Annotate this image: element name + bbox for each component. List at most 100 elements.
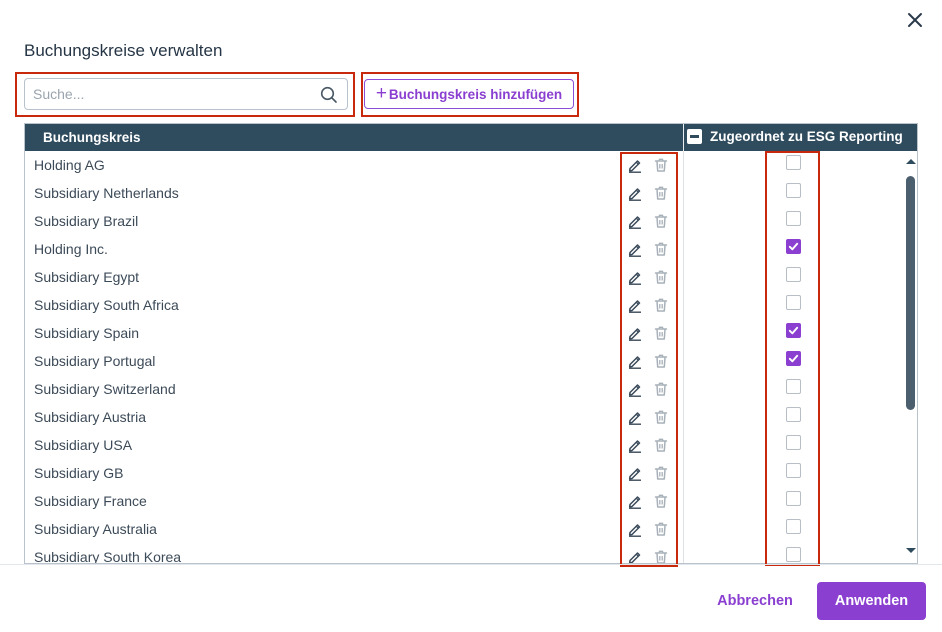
table-scrollbar[interactable]: [903, 151, 917, 563]
delete-row-button[interactable]: [653, 213, 669, 229]
assigned-checkbox[interactable]: [786, 239, 801, 254]
trash-icon: [653, 270, 669, 288]
close-icon: [908, 13, 922, 27]
edit-row-button[interactable]: [627, 325, 643, 341]
table-row: Subsidiary USA: [25, 427, 903, 455]
search-input[interactable]: [33, 79, 313, 109]
delete-row-button[interactable]: [653, 241, 669, 257]
trash-icon: [653, 494, 669, 512]
edit-row-button[interactable]: [627, 297, 643, 313]
delete-row-button[interactable]: [653, 297, 669, 313]
close-button[interactable]: [904, 9, 926, 31]
plus-icon: +: [375, 82, 387, 104]
delete-row-button[interactable]: [653, 269, 669, 285]
scrollbar-thumb[interactable]: [906, 176, 915, 410]
edit-row-button[interactable]: [627, 521, 643, 537]
delete-row-button[interactable]: [653, 437, 669, 453]
delete-row-button[interactable]: [653, 381, 669, 397]
header-divider: [683, 124, 684, 151]
company-code-name: Subsidiary USA: [34, 437, 133, 453]
assigned-checkbox[interactable]: [786, 435, 801, 450]
assigned-checkbox[interactable]: [786, 463, 801, 478]
assigned-checkbox[interactable]: [786, 351, 801, 366]
edit-row-button[interactable]: [627, 185, 643, 201]
assigned-checkbox[interactable]: [786, 407, 801, 422]
add-company-code-label: Buchungskreis hinzufügen: [388, 86, 563, 102]
assigned-checkbox[interactable]: [786, 379, 801, 394]
trash-icon: [653, 242, 669, 260]
assigned-checkbox[interactable]: [786, 155, 801, 170]
edit-row-button[interactable]: [627, 409, 643, 425]
add-company-code-button[interactable]: + Buchungskreis hinzufügen: [364, 79, 574, 109]
table-header: Buchungskreis Zugeordnet zu ESG Reportin…: [25, 124, 917, 151]
edit-row-button[interactable]: [627, 465, 643, 481]
pencil-icon: [627, 496, 643, 512]
trash-icon: [653, 186, 669, 204]
edit-row-button[interactable]: [627, 353, 643, 369]
table-row: Subsidiary GB: [25, 455, 903, 483]
edit-row-button[interactable]: [627, 269, 643, 285]
pencil-icon: [627, 412, 643, 428]
pencil-icon: [627, 160, 643, 176]
assigned-checkbox[interactable]: [786, 323, 801, 338]
delete-row-button[interactable]: [653, 185, 669, 201]
search-field[interactable]: [24, 78, 348, 110]
edit-row-button[interactable]: [627, 493, 643, 509]
edit-row-button[interactable]: [627, 549, 643, 563]
assigned-checkbox[interactable]: [786, 491, 801, 506]
trash-icon: [653, 298, 669, 316]
assigned-checkbox[interactable]: [786, 519, 801, 534]
edit-row-button[interactable]: [627, 437, 643, 453]
company-code-name: Holding Inc.: [34, 241, 108, 257]
pencil-icon: [627, 300, 643, 316]
company-code-name: Subsidiary Egypt: [34, 269, 140, 285]
assigned-checkbox[interactable]: [786, 267, 801, 282]
delete-row-button[interactable]: [653, 325, 669, 341]
scroll-up-arrow-icon[interactable]: [906, 159, 916, 164]
company-code-name: Subsidiary Spain: [34, 325, 140, 341]
assigned-checkbox[interactable]: [786, 183, 801, 198]
trash-icon: [653, 410, 669, 428]
delete-row-button[interactable]: [653, 157, 669, 173]
delete-row-button[interactable]: [653, 549, 669, 563]
apply-button[interactable]: Anwenden: [817, 582, 926, 620]
assigned-checkbox[interactable]: [786, 547, 801, 562]
pencil-icon: [627, 244, 643, 260]
table-body: Holding AG Subsidiary Netherlands Subsidia…: [25, 151, 903, 563]
edit-row-button[interactable]: [627, 381, 643, 397]
company-code-name: Subsidiary GB: [34, 465, 124, 481]
column-header-assigned: Zugeordnet zu ESG Reporting: [687, 129, 903, 144]
delete-row-button[interactable]: [653, 409, 669, 425]
delete-row-button[interactable]: [653, 521, 669, 537]
edit-row-button[interactable]: [627, 213, 643, 229]
trash-icon: [653, 354, 669, 372]
table-row: Subsidiary South Africa: [25, 287, 903, 315]
cancel-button[interactable]: Abbrechen: [705, 583, 805, 619]
trash-icon: [653, 382, 669, 400]
table-row: Subsidiary Portugal: [25, 343, 903, 371]
pencil-icon: [627, 384, 643, 400]
minus-square-icon[interactable]: [687, 129, 702, 144]
edit-row-button[interactable]: [627, 157, 643, 173]
table-row: Subsidiary France: [25, 483, 903, 511]
delete-row-button[interactable]: [653, 493, 669, 509]
search-icon[interactable]: [320, 86, 338, 104]
pencil-icon: [627, 356, 643, 372]
edit-row-button[interactable]: [627, 241, 643, 257]
column-header-company-code: Buchungskreis: [43, 130, 141, 145]
pencil-icon: [627, 552, 643, 563]
delete-row-button[interactable]: [653, 465, 669, 481]
scroll-down-arrow-icon[interactable]: [906, 548, 916, 553]
table-row: Subsidiary Brazil: [25, 203, 903, 231]
trash-icon: [653, 438, 669, 456]
pencil-icon: [627, 188, 643, 204]
assigned-checkbox[interactable]: [786, 295, 801, 310]
assigned-checkbox[interactable]: [786, 211, 801, 226]
company-code-name: Subsidiary France: [34, 493, 147, 509]
company-code-name: Subsidiary Brazil: [34, 213, 139, 229]
pencil-icon: [627, 524, 643, 540]
trash-icon: [653, 522, 669, 540]
delete-row-button[interactable]: [653, 353, 669, 369]
table-row: Subsidiary Austria: [25, 399, 903, 427]
trash-icon: [653, 158, 669, 176]
